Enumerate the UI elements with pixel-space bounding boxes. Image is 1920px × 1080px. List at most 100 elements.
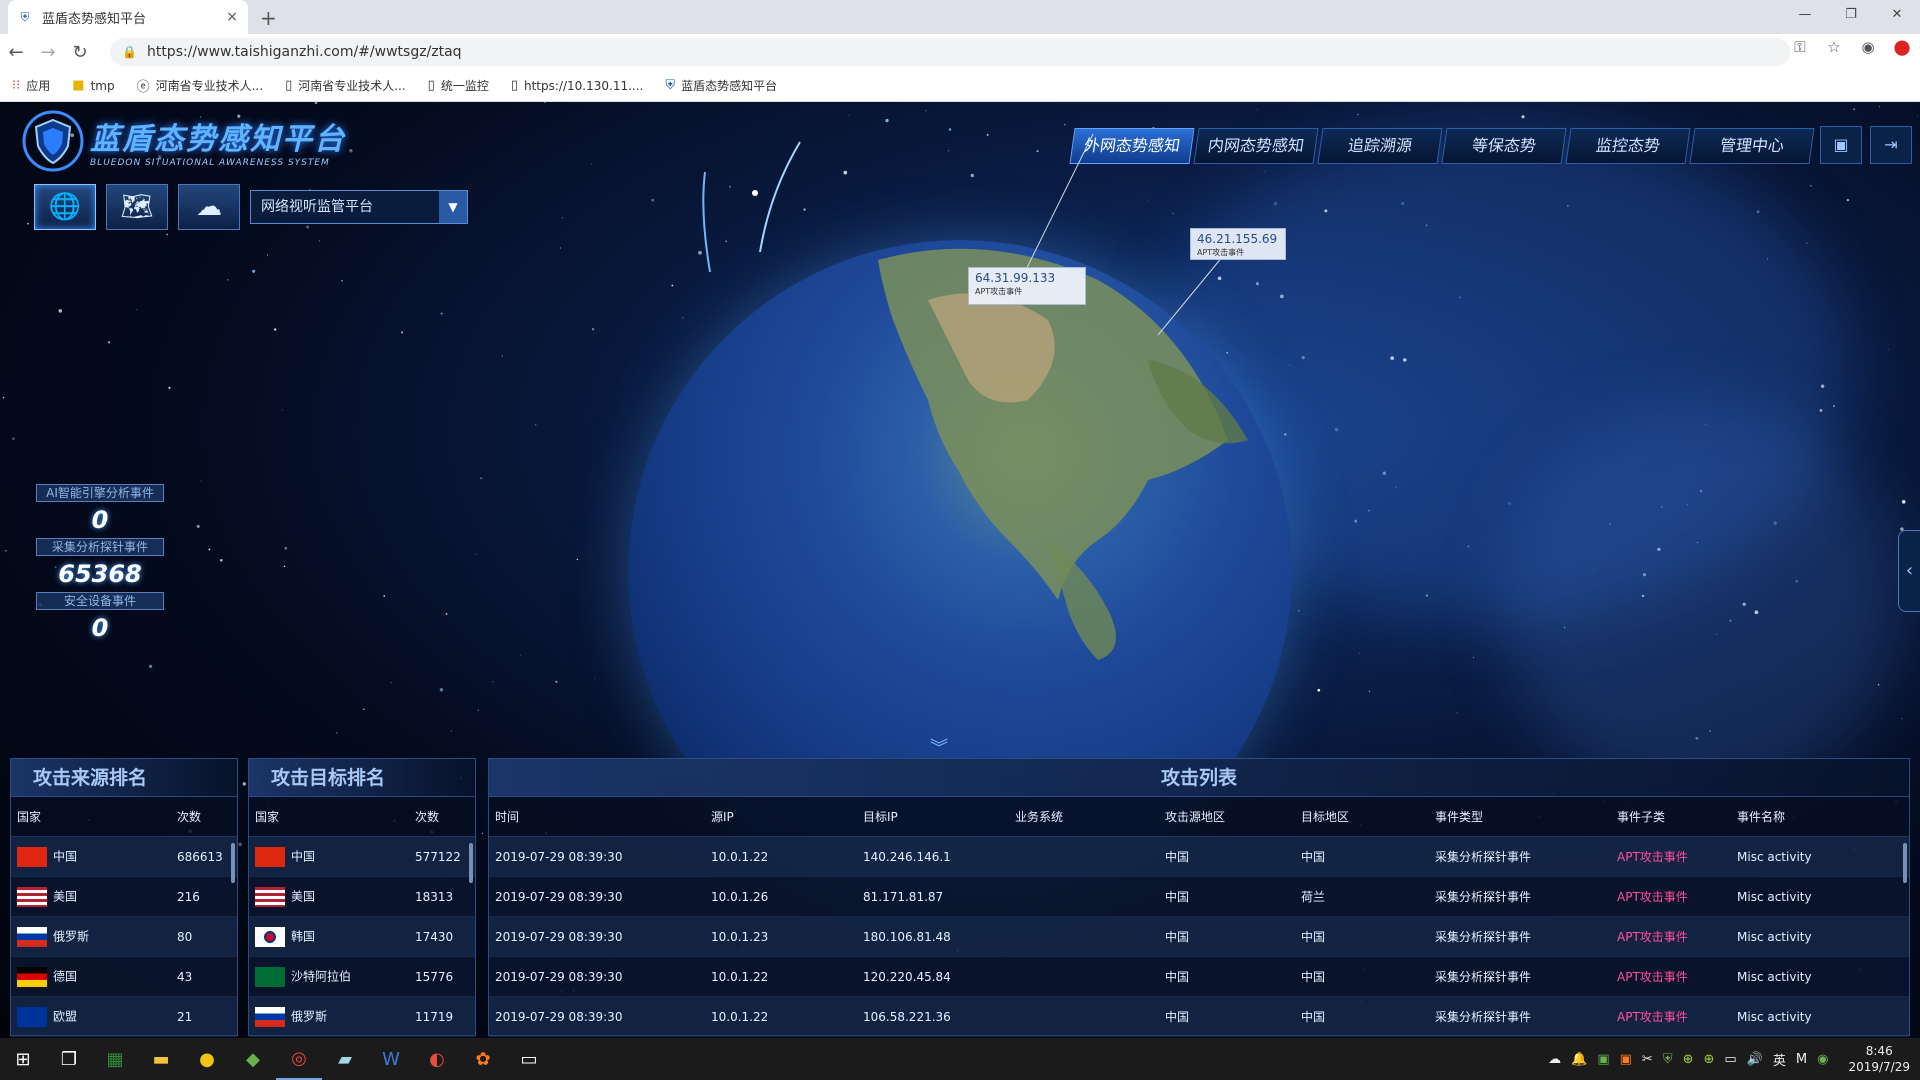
key-icon[interactable]: ⚿ bbox=[1790, 38, 1810, 56]
bookmark-tmp[interactable]: ■ tmp bbox=[72, 78, 114, 93]
browser-tab[interactable]: ⛨ 蓝盾态势感知平台 × bbox=[8, 0, 248, 34]
source-rank-rows: 中国 686613 美国 216 俄罗斯 80 德国 43 欧盟 21 bbox=[11, 837, 237, 1037]
table-cell: 采集分析探针事件 bbox=[1435, 930, 1532, 944]
nav-compliance[interactable]: 等保态势 bbox=[1441, 128, 1567, 164]
extension-icon[interactable]: ⬤ bbox=[1892, 38, 1912, 56]
platform-select[interactable]: 网络视听监管平台 ▼ bbox=[250, 190, 468, 224]
file-explorer-icon[interactable]: ▬ bbox=[138, 1038, 184, 1080]
app-green-icon[interactable]: ◆ bbox=[230, 1038, 276, 1080]
back-arrow-icon[interactable]: ← bbox=[0, 42, 32, 63]
minimize-button[interactable]: — bbox=[1782, 0, 1828, 30]
lock-icon: 🔒 bbox=[122, 45, 137, 59]
tray-app-icon[interactable]: ▣ bbox=[1597, 1052, 1609, 1067]
nav-admin[interactable]: 管理中心 bbox=[1689, 128, 1815, 164]
attack-callout[interactable]: 46.21.155.69 APT攻击事件 bbox=[1190, 228, 1286, 260]
tray-app-icon[interactable]: ▣ bbox=[1620, 1052, 1632, 1067]
scrollbar[interactable] bbox=[469, 843, 473, 883]
table-row[interactable]: 中国 577122 bbox=[249, 837, 475, 877]
chrome-icon[interactable]: ◎ bbox=[276, 1038, 322, 1080]
reload-icon[interactable]: ↻ bbox=[64, 42, 96, 63]
ime-indicator[interactable]: 英 bbox=[1773, 1050, 1786, 1069]
profile-icon[interactable]: ◉ bbox=[1858, 38, 1878, 56]
close-window-button[interactable]: ✕ bbox=[1874, 0, 1920, 30]
chevron-down-icon[interactable]: ︾ bbox=[930, 734, 948, 760]
excel-icon[interactable]: ▦ bbox=[92, 1038, 138, 1080]
screen-icon[interactable]: ▣ bbox=[1820, 126, 1862, 164]
ime-mode-indicator[interactable]: M bbox=[1796, 1052, 1807, 1067]
cloud-icon[interactable]: ☁ bbox=[1548, 1052, 1561, 1067]
task-view-icon[interactable]: ❐ bbox=[46, 1038, 92, 1080]
plus-tray-icon[interactable]: ⊕ bbox=[1704, 1052, 1715, 1067]
star-icon[interactable]: ☆ bbox=[1824, 38, 1844, 56]
chevron-left-icon[interactable]: ‹ bbox=[1898, 530, 1920, 612]
table-row[interactable]: 韩国 17430 bbox=[249, 917, 475, 957]
clock-time: 8:46 bbox=[1865, 1044, 1893, 1058]
forward-arrow-icon[interactable]: → bbox=[32, 42, 64, 63]
volume-icon[interactable]: 🔊 bbox=[1747, 1052, 1763, 1067]
china-map-icon[interactable]: ☁ bbox=[178, 184, 240, 230]
table-row[interactable]: 中国 686613 bbox=[11, 837, 237, 877]
bell-icon[interactable]: 🔔 bbox=[1571, 1052, 1587, 1067]
table-cell: APT攻击事件 bbox=[1617, 930, 1688, 944]
system-tray: ☁ 🔔 ▣ ▣ ✂ ⛨ ⊕ ⊕ ▭ 🔊 英 M ◉ 8:46 2019/7/29 bbox=[1548, 1038, 1920, 1080]
nav-monitor[interactable]: 监控态势 bbox=[1565, 128, 1691, 164]
network-icon[interactable]: ▭ bbox=[1724, 1052, 1736, 1067]
scrollbar[interactable] bbox=[1903, 843, 1907, 883]
table-row[interactable]: 2019-07-29 08:39:30 10.0.1.23 180.106.81.4… bbox=[489, 917, 1909, 957]
table-row[interactable]: 2019-07-29 08:39:30 10.0.1.22 106.58.221.3… bbox=[489, 997, 1909, 1037]
app-w-icon[interactable]: W bbox=[368, 1038, 414, 1080]
app-notes-icon[interactable]: ▰ bbox=[322, 1038, 368, 1080]
bookmark-apps[interactable]: ⁝⁝ 应用 bbox=[12, 77, 50, 94]
app-red-icon[interactable]: ◐ bbox=[414, 1038, 460, 1080]
app-orange-icon[interactable]: ✿ bbox=[460, 1038, 506, 1080]
table-row[interactable]: 俄罗斯 11719 bbox=[249, 997, 475, 1037]
table-row[interactable]: 2019-07-29 08:39:30 10.0.1.22 140.246.146.… bbox=[489, 837, 1909, 877]
tab-close-icon[interactable]: × bbox=[226, 9, 238, 25]
flag-de-icon bbox=[17, 966, 47, 987]
nav-trace-source[interactable]: 追踪溯源 bbox=[1317, 128, 1443, 164]
table-cell: APT攻击事件 bbox=[1617, 970, 1688, 984]
terminal-icon[interactable]: ▭ bbox=[506, 1038, 552, 1080]
table-row[interactable]: 俄罗斯 80 bbox=[11, 917, 237, 957]
nav-external-awareness[interactable]: 外网态势感知 bbox=[1069, 128, 1195, 164]
page-icon: ▯ bbox=[427, 78, 435, 93]
bookmark-henan-2[interactable]: ▯ 河南省专业技术人... bbox=[285, 77, 406, 94]
user-avatar-icon[interactable]: ◉ bbox=[1817, 1052, 1828, 1067]
app-duck-icon[interactable]: ● bbox=[184, 1038, 230, 1080]
flag-ru-icon bbox=[255, 1006, 285, 1027]
new-tab-button[interactable]: + bbox=[260, 6, 277, 30]
table-row[interactable]: 2019-07-29 08:39:30 10.0.1.26 81.171.81.87… bbox=[489, 877, 1909, 917]
table-cell: Misc activity bbox=[1737, 929, 1812, 944]
source-rank-title: 攻击来源排名 bbox=[11, 759, 237, 797]
table-row[interactable]: 欧盟 21 bbox=[11, 997, 237, 1037]
url-field[interactable]: 🔒 https://www.taishiganzhi.com/#/wwtsgz/… bbox=[110, 38, 1790, 66]
bookmark-monitor[interactable]: ▯ 统一监控 bbox=[428, 77, 489, 94]
globe-view-icon[interactable]: 🌐 bbox=[34, 184, 96, 230]
clock[interactable]: 8:46 2019/7/29 bbox=[1848, 1043, 1910, 1075]
tab-title: 蓝盾态势感知平台 bbox=[42, 11, 147, 27]
attack-callout[interactable]: 64.31.99.133 APT攻击事件 bbox=[968, 267, 1086, 305]
stat-value-probe: 65368 bbox=[58, 560, 142, 588]
nav-internal-awareness[interactable]: 内网态势感知 bbox=[1193, 128, 1319, 164]
toolbar-icons: ⚿ ☆ ◉ ⬤ bbox=[1790, 38, 1912, 56]
scrollbar[interactable] bbox=[231, 843, 235, 883]
table-row[interactable]: 美国 216 bbox=[11, 877, 237, 917]
bookmark-bluedon[interactable]: ⛨ 蓝盾态势感知平台 bbox=[665, 77, 777, 94]
maximize-button[interactable]: ❐ bbox=[1828, 0, 1874, 30]
bookmark-henan-1[interactable]: ⓔ 河南省专业技术人... bbox=[137, 76, 263, 95]
plus-tray-icon[interactable]: ⊕ bbox=[1683, 1052, 1694, 1067]
table-row[interactable]: 德国 43 bbox=[11, 957, 237, 997]
world-map-icon[interactable]: 🗺 bbox=[106, 184, 168, 230]
table-cell: 2019-07-29 08:39:30 bbox=[495, 929, 623, 944]
tray-app-icon[interactable]: ✂ bbox=[1642, 1052, 1653, 1067]
table-cell: 10.0.1.23 bbox=[711, 929, 769, 944]
table-row[interactable]: 美国 18313 bbox=[249, 877, 475, 917]
shield-tray-icon[interactable]: ⛨ bbox=[1663, 1052, 1673, 1067]
table-row[interactable]: 2019-07-29 08:39:30 10.0.1.22 120.220.45.8… bbox=[489, 957, 1909, 997]
bookmark-ip[interactable]: ▯ https://10.130.11.... bbox=[511, 78, 644, 93]
table-cell: 120.220.45.84 bbox=[863, 969, 951, 984]
table-row[interactable]: 沙特阿拉伯 15776 bbox=[249, 957, 475, 997]
logout-icon[interactable]: ⇥ bbox=[1870, 126, 1912, 164]
windows-start-icon[interactable]: ⊞ bbox=[0, 1038, 46, 1080]
stat-value-device: 0 bbox=[91, 614, 109, 642]
